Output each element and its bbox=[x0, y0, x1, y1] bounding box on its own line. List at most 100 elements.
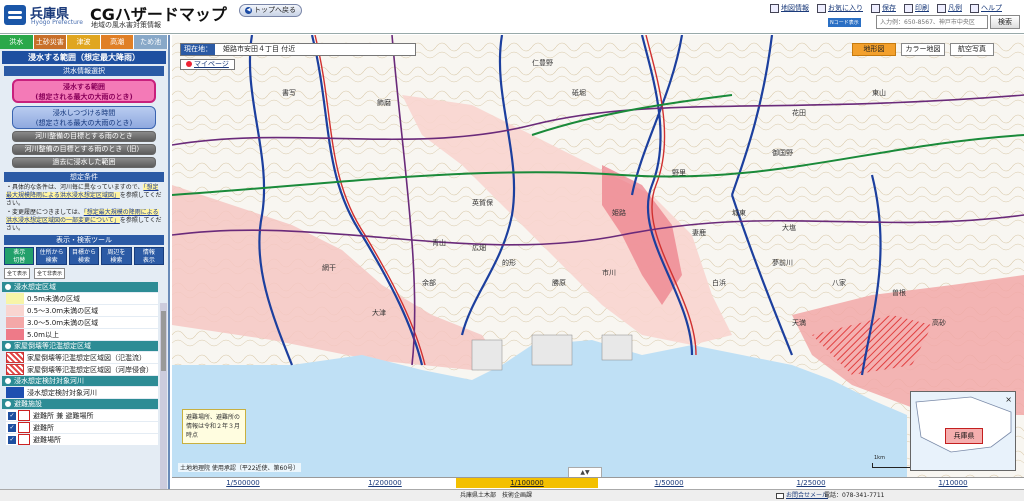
tab-disaster-2[interactable]: 津波 bbox=[67, 35, 101, 49]
legend-item-label: 浸水想定検討対象河川 bbox=[27, 388, 97, 397]
scale-option-5[interactable]: 1/10000 bbox=[882, 478, 1024, 488]
legend-item-label: 5.0m以上 bbox=[27, 330, 59, 339]
conditions-text-2a: ・変更履歴につきましては、 bbox=[6, 209, 84, 216]
header-link-5[interactable]: ヘルプ bbox=[970, 3, 1002, 13]
legend-scrollbar[interactable] bbox=[160, 303, 167, 489]
flood-range-label: 浸水する範囲 bbox=[63, 83, 105, 91]
scale-label: 1km bbox=[874, 455, 885, 461]
tab-disaster-0[interactable]: 洪水 bbox=[0, 35, 34, 49]
legend-header-label: 浸水想定区域 bbox=[14, 283, 56, 291]
place-label: 野里 bbox=[672, 169, 686, 177]
panel-toggle-tab[interactable]: ▲▼ bbox=[568, 467, 602, 477]
sidebar: 洪水 土砂災害 津波 高潮 ため池 浸水する範囲（想定最大降雨） 洪水情報選択 浸水する… bbox=[0, 35, 170, 489]
flood-duration-button[interactable]: 浸水しつづける時間 (想定される最大の大雨のとき) bbox=[12, 106, 156, 129]
place-label: 的形 bbox=[502, 258, 516, 267]
overview-map[interactable]: 兵庫県 × bbox=[910, 391, 1016, 471]
tool-button-0[interactable]: 表示 切替 bbox=[4, 247, 35, 265]
legend-bullet-icon bbox=[5, 401, 11, 407]
place-label: 大津 bbox=[372, 308, 386, 317]
prefecture-logo-icon bbox=[4, 5, 26, 25]
tab-disaster-4[interactable]: ため池 bbox=[134, 35, 168, 49]
tool-button-1[interactable]: 住所から 検索 bbox=[36, 247, 67, 265]
footer-tel: 電話：078-341-7711 bbox=[824, 492, 885, 499]
header-links: 地図情報 お気に入り 保存 印刷 凡例 ヘルプ bbox=[770, 3, 1002, 13]
place-label: 御国野 bbox=[772, 148, 793, 157]
mypage-button[interactable]: マイページ bbox=[180, 59, 235, 70]
legend-header-label: 家屋倒壊等氾濫想定区域 bbox=[14, 342, 91, 350]
place-label: 飾磨 bbox=[377, 98, 391, 107]
place-label: 東山 bbox=[872, 88, 886, 97]
flood-option-button-2[interactable]: 過去に浸水した範囲 bbox=[12, 157, 156, 168]
place-label: 砥堀 bbox=[572, 88, 586, 97]
scale-option-4[interactable]: 1/25000 bbox=[740, 478, 882, 488]
checkbox-icon[interactable]: ✓ bbox=[8, 435, 16, 444]
legend-swatch bbox=[6, 364, 24, 375]
tab-disaster-1[interactable]: 土砂災害 bbox=[33, 35, 68, 49]
flood-option-button-1[interactable]: 河川整備の目標とする雨のとき（旧） bbox=[12, 144, 156, 155]
tool-line2: 表示 bbox=[142, 257, 155, 264]
hide-all-button[interactable]: 全て非表示 bbox=[34, 268, 66, 279]
overview-viewport[interactable]: 兵庫県 bbox=[945, 428, 983, 444]
search-button[interactable]: 検索 bbox=[990, 15, 1020, 29]
header-link-3[interactable]: 印刷 bbox=[904, 3, 929, 13]
tool-button-4[interactable]: 情報 表示 bbox=[133, 247, 165, 265]
section-title: 浸水する範囲（想定最大降雨） bbox=[2, 51, 166, 64]
header-link-2[interactable]: 保存 bbox=[871, 3, 896, 13]
scrollbar-thumb[interactable] bbox=[161, 311, 166, 371]
legend-item[interactable]: ✓ 避難場所 bbox=[6, 434, 158, 445]
header-link-label: 地図情報 bbox=[781, 4, 809, 12]
scale-option-1[interactable]: 1/200000 bbox=[314, 478, 456, 488]
map-type-button-0[interactable]: 地形図 bbox=[852, 43, 896, 56]
map-type-button-1[interactable]: カラー地図 bbox=[901, 43, 945, 56]
conditions-text-1a: ・具体的な条件は、河川毎に異なっていますので、 bbox=[6, 184, 144, 191]
map-type-button-2[interactable]: 航空写真 bbox=[950, 43, 994, 56]
footer-organization: 兵庫県土木部 技術企画課 bbox=[460, 492, 533, 499]
scale-option-2[interactable]: 1/100000 bbox=[456, 478, 598, 488]
ncode-toggle[interactable]: Nコード表示 bbox=[828, 18, 861, 27]
flood-range-button[interactable]: 浸水する範囲 (想定される最大の大雨のとき) bbox=[12, 79, 156, 103]
place-label: 曽根 bbox=[892, 288, 906, 297]
flood-duration-sublabel: (想定される最大の大雨のとき) bbox=[35, 119, 133, 127]
save-icon bbox=[871, 3, 880, 13]
place-label: 市川 bbox=[602, 268, 616, 277]
scale-option-3[interactable]: 1/50000 bbox=[598, 478, 740, 488]
legend-header: 浸水想定検討対象河川 bbox=[2, 376, 158, 386]
place-label: 勝原 bbox=[552, 278, 566, 287]
legend-toggle-row: 全て表示 全て非表示 bbox=[4, 268, 164, 279]
legend-item[interactable]: ✓ 避難所 兼 避難場所 bbox=[6, 410, 158, 421]
legend-swatch bbox=[6, 352, 24, 363]
map-info-icon bbox=[770, 3, 779, 13]
tab-disaster-3[interactable]: 高潮 bbox=[100, 35, 135, 49]
flood-option-button-0[interactable]: 河川整備の目標とする雨のとき bbox=[12, 131, 156, 142]
checkbox-icon[interactable]: ✓ bbox=[8, 423, 16, 432]
scale-option-0[interactable]: 1/500000 bbox=[172, 478, 314, 488]
legend-item-label: 家屋倒壊等氾濫想定区域図（氾濫流） bbox=[27, 353, 146, 362]
tool-line2: 切替 bbox=[13, 257, 26, 264]
legend-swatch bbox=[6, 293, 24, 304]
place-label: 八家 bbox=[832, 278, 846, 287]
back-to-top-button[interactable]: ◀ トップへ戻る bbox=[239, 4, 302, 17]
place-label: 書写 bbox=[282, 88, 296, 97]
legend-item[interactable]: ✓ 避難所 bbox=[6, 422, 158, 433]
tool-line2: 検索 bbox=[78, 257, 91, 264]
address-search-input[interactable] bbox=[876, 15, 988, 29]
contact-link[interactable]: お問合せメール bbox=[776, 490, 828, 501]
scale-bar bbox=[872, 463, 912, 468]
header-link-0[interactable]: 地図情報 bbox=[770, 3, 809, 13]
checkbox-icon[interactable]: ✓ bbox=[8, 411, 16, 420]
scale-selector: 1/500000 1/200000 1/100000 1/50000 1/25000 1/… bbox=[172, 477, 1024, 488]
legend-item: 5.0m以上 bbox=[6, 329, 158, 340]
map-canvas[interactable]: 飾磨 姫路 広畑 網干 大塩 八家 白浜 英賀保 青山 余部 書写 仁豊野 砥堀 野里 御国野 花田 城東 東山夢… bbox=[172, 35, 1024, 477]
legend-item: 家屋倒壊等氾濫想定区域図（氾濫流） bbox=[6, 352, 158, 363]
legend-item-label: 避難所 兼 避難場所 bbox=[33, 411, 94, 420]
show-all-button[interactable]: 全て表示 bbox=[4, 268, 31, 279]
legend-swatch bbox=[6, 317, 24, 328]
close-icon[interactable]: × bbox=[1005, 395, 1012, 404]
header-link-4[interactable]: 凡例 bbox=[937, 3, 962, 13]
header-link-1[interactable]: お気に入り bbox=[817, 3, 863, 13]
tool-button-3[interactable]: 周辺を 検索 bbox=[101, 247, 132, 265]
place-label: 仁豊野 bbox=[532, 58, 553, 67]
footer: 兵庫県土木部 技術企画課 お問合せメール 電話：078-341-7711 bbox=[0, 489, 1024, 501]
tool-button-2[interactable]: 目標から 検索 bbox=[68, 247, 100, 265]
mail-icon bbox=[776, 492, 784, 499]
